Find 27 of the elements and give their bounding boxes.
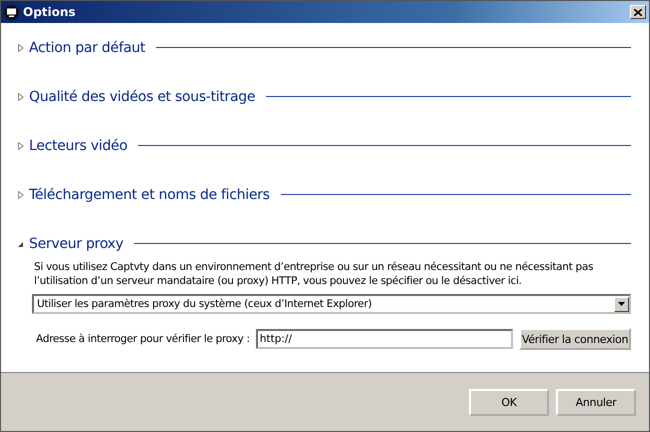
window-title: Options [23, 5, 76, 19]
address-label: Adresse à interroger pour vérifier le proxy : [36, 333, 250, 345]
section-header[interactable]: Téléchargement et noms de fichiers [18, 184, 631, 205]
section-title: Téléchargement et noms de fichiers [29, 186, 270, 202]
monitor-icon [4, 4, 19, 20]
collapsed-arrow-icon[interactable] [18, 92, 24, 100]
collapsed-arrow-icon[interactable] [18, 142, 24, 150]
close-button[interactable] [630, 5, 646, 19]
check-connection-button[interactable]: Vérifier la connexion [519, 328, 631, 350]
address-field[interactable]: http:// [256, 329, 514, 349]
collapsed-arrow-icon[interactable] [18, 44, 24, 52]
collapsed-arrow-icon[interactable] [18, 190, 24, 198]
cancel-button[interactable]: Annuler [556, 388, 636, 416]
proxy-mode-dropdown[interactable]: Utiliser les paramètres proxy du système (ceux d’Internet Explorer) [32, 294, 631, 314]
expanded-arrow-icon[interactable] [18, 240, 24, 248]
section-title: Qualité des vidéos et sous-titrage [29, 88, 256, 104]
section-header[interactable]: Serveur proxy [18, 233, 631, 254]
proxy-description: Si vous utilisez Captvty dans un environnement d’entreprise ou sur un réseau nécessitant ou ne nécessitant pas l’utilisation d’un serveur mandataire (ou proxy) HTTP, vous pouvez le spécifier ou le désactiver ici. [34, 260, 594, 288]
dropdown-arrow-icon [618, 302, 625, 306]
section-header[interactable]: Action par défaut [18, 37, 631, 58]
section-header[interactable]: Qualité des vidéos et sous-titrage [18, 86, 631, 107]
section-title: Serveur proxy [29, 236, 124, 252]
ok-button[interactable]: OK [469, 388, 549, 416]
section-title: Action par défaut [29, 40, 146, 56]
close-icon [634, 8, 642, 16]
section-header[interactable]: Lecteurs vidéo [18, 135, 631, 156]
section-title: Lecteurs vidéo [29, 138, 128, 154]
